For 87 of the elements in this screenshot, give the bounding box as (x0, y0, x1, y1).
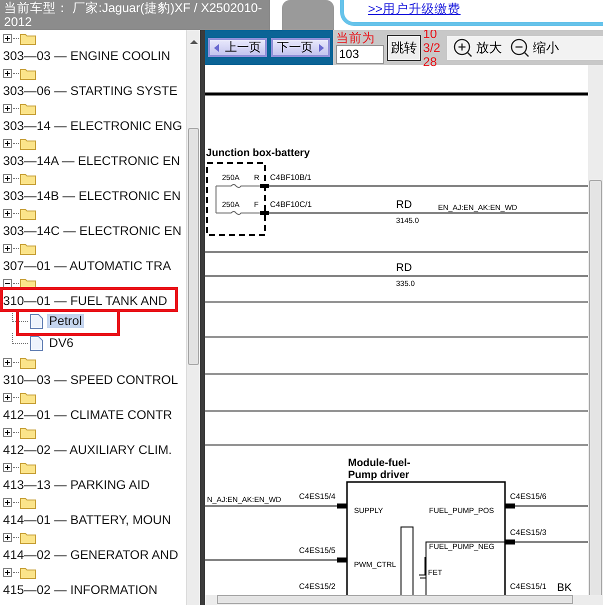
tree-item[interactable]: 415—02 — INFORMATION (3, 581, 186, 599)
jump-button[interactable]: 跳转 (387, 34, 421, 60)
wire-color: RD (396, 262, 412, 274)
connector-label: C4BF10C/1 (270, 200, 312, 209)
expand-icon[interactable] (3, 209, 12, 218)
expand-icon[interactable] (3, 139, 12, 148)
page-input-field[interactable]: 103 (336, 44, 384, 64)
expand-icon[interactable] (3, 393, 12, 402)
tree-item[interactable]: 414—02 — GENERATOR AND (3, 546, 186, 564)
scroll-thumb[interactable] (188, 128, 200, 365)
zoom-out-icon (510, 38, 530, 58)
tree-item[interactable]: 303—14A — ELECTRONIC EN (3, 152, 186, 170)
connector-label: C4ES15/1 (510, 582, 546, 591)
zoom-out-button[interactable]: 缩小 (510, 38, 559, 58)
component-label: Module-fuel- Pump driver (348, 457, 410, 481)
folder-icon (20, 496, 36, 509)
tree-item[interactable]: 413—13 — PARKING AID (3, 476, 186, 494)
scrollbar[interactable] (588, 65, 603, 595)
next-page-button[interactable]: 下一页 (271, 38, 330, 57)
folder-icon (20, 207, 36, 220)
connector-label: C4ES15/5 (299, 546, 336, 555)
expand-icon[interactable] (3, 428, 12, 437)
tree-item[interactable]: 303—06 — STARTING SYSTE (3, 82, 186, 100)
mascot-picture (282, 0, 334, 30)
connector-pin (505, 504, 515, 508)
expand-icon[interactable] (3, 463, 12, 472)
tree-item[interactable]: 303—14 — ELECTRONIC ENG (3, 117, 186, 135)
folder-icon (20, 426, 36, 439)
expand-icon[interactable] (3, 69, 12, 78)
folder-icon (20, 531, 36, 544)
tree-item[interactable]: 303—14C — ELECTRONIC EN (3, 222, 186, 240)
tree-item[interactable]: 307—01 — AUTOMATIC TRA (3, 257, 186, 275)
tree-item[interactable]: 414—01 — BATTERY, MOUN (3, 511, 186, 529)
expand-icon[interactable] (3, 358, 12, 367)
document-icon (30, 314, 43, 328)
expand-icon[interactable] (3, 244, 12, 253)
expand-icon[interactable] (3, 498, 12, 507)
tree-item[interactable]: 310—03 — SPEED CONTROL (3, 371, 186, 389)
fuse-symbol (216, 184, 260, 188)
folder-icon (20, 137, 36, 150)
connector-label: C4ES15/6 (510, 492, 546, 501)
fuse-symbol (216, 211, 260, 215)
tree-item[interactable]: 310—01 — FUEL TANK AND (3, 292, 186, 310)
zoom-in-button[interactable]: 放大 (453, 38, 502, 58)
document-icon (30, 336, 43, 350)
folder-icon (20, 32, 36, 45)
folder-icon (20, 67, 36, 80)
connector-label: C4BF10B/1 (270, 173, 312, 182)
folder-icon (20, 356, 36, 369)
vehicle-model-title: 当前车型： 厂家:Jaguar(捷豹)XF / X2502010-2012 (0, 0, 270, 30)
tree-item[interactable]: 303—14B — ELECTRONIC EN (3, 187, 186, 205)
folder-icon (20, 172, 36, 185)
previous-page-button[interactable]: 上一页 (208, 38, 267, 57)
scroll-thumb[interactable] (217, 595, 573, 604)
tree-item[interactable]: Petrol (47, 314, 84, 328)
folder-icon (20, 102, 36, 115)
scrollbar[interactable] (186, 30, 200, 605)
folder-icon (20, 566, 36, 579)
connector-pin (337, 558, 347, 562)
connector-label: C4ES15/3 (510, 528, 546, 537)
expand-icon[interactable] (3, 568, 12, 577)
tree-item[interactable]: 412—02 — AUXILIARY CLIM. (3, 441, 186, 459)
component-label: Junction box-battery (206, 147, 310, 159)
folder-icon (20, 461, 36, 474)
current-page-label: 当前为 (336, 32, 376, 44)
wire-color: BK (557, 582, 572, 594)
expand-icon[interactable] (3, 174, 12, 183)
connector-label: C4ES15/4 (299, 492, 336, 501)
folder-icon (20, 242, 36, 255)
scrollbar[interactable] (205, 595, 603, 605)
folder-icon (20, 391, 36, 404)
wire-color: RD (396, 199, 412, 211)
tree-item[interactable]: 412—01 — CLIMATE CONTR (3, 406, 186, 424)
scroll-thumb[interactable] (589, 180, 602, 595)
connector-pin (260, 211, 269, 215)
tree-item[interactable]: 303—03 — ENGINE COOLIN (3, 47, 186, 65)
expand-icon[interactable] (3, 533, 12, 542)
connector-label: C4ES15/2 (299, 582, 336, 591)
tree-item[interactable]: DV6 (47, 336, 76, 350)
expand-icon[interactable] (3, 34, 12, 43)
upgrade-link[interactable]: >>用户升级缴费 (368, 1, 461, 18)
expand-icon[interactable] (3, 104, 12, 113)
connector-pin (505, 540, 515, 544)
zoom-in-icon (453, 38, 473, 58)
collapse-icon[interactable] (3, 279, 12, 288)
connector-pin (260, 184, 269, 188)
connector-pin (337, 504, 347, 508)
